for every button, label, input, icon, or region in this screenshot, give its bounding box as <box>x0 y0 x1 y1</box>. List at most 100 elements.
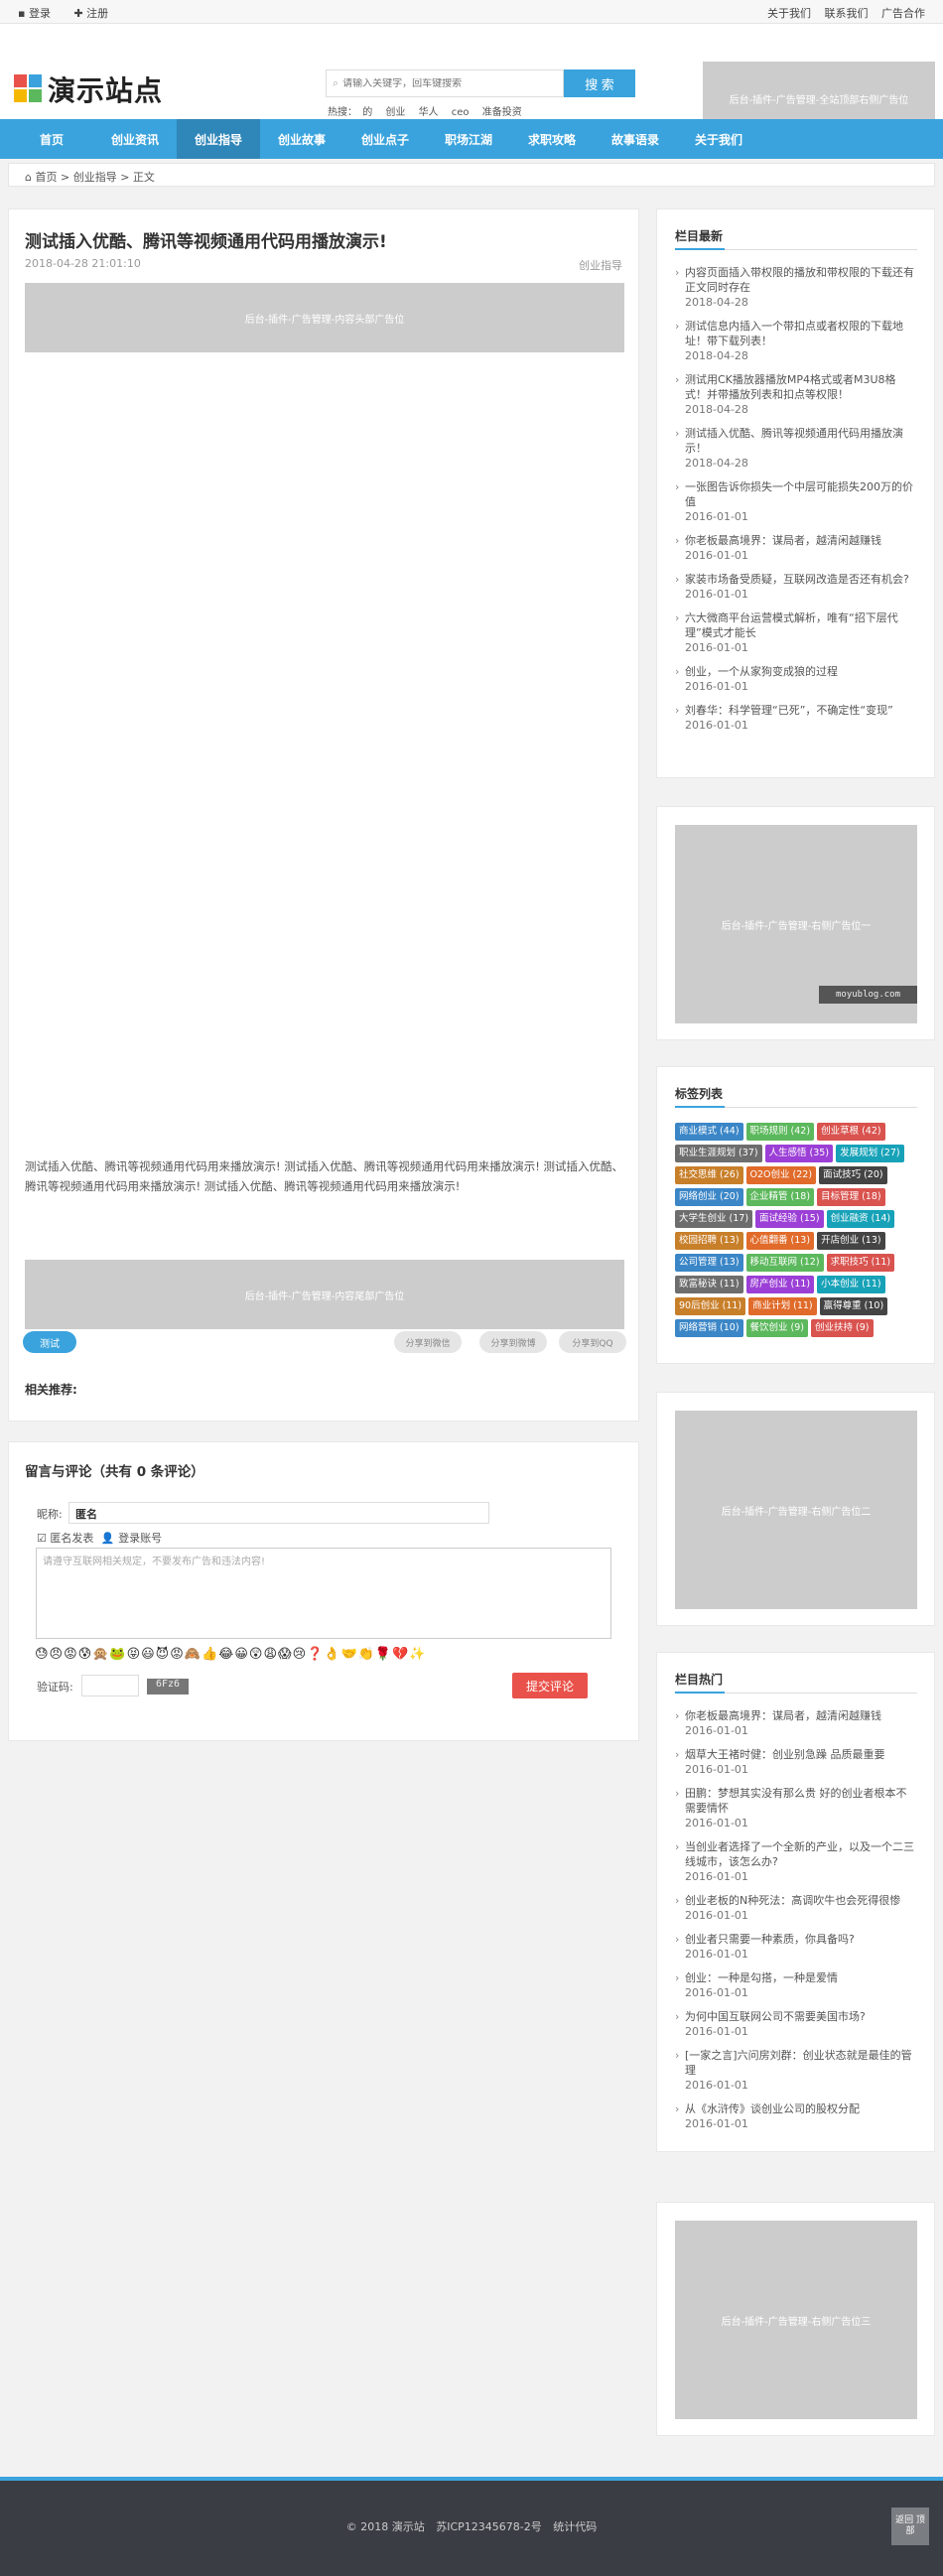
nav-item-quotes[interactable]: 故事语录 <box>594 119 677 159</box>
nav-item-news[interactable]: 创业资讯 <box>93 119 177 159</box>
list-item[interactable]: 烟草大王褚时健：创业别急躁 品质最重要2016-01-01 <box>675 1747 917 1777</box>
ad-cooperation-link[interactable]: 广告合作 <box>881 7 925 20</box>
tag-item[interactable]: 商业模式 (44) <box>675 1123 743 1141</box>
tag-item[interactable]: 公司管理 (13) <box>675 1254 743 1272</box>
icp-link[interactable]: 苏ICP12345678-2号 <box>436 2520 542 2533</box>
tag-item[interactable]: 大学生创业 (17) <box>675 1210 753 1228</box>
hot-term[interactable]: 创业 <box>385 107 405 118</box>
hot-term[interactable]: 准备投资 <box>482 107 522 118</box>
tag-item[interactable]: 目标管理 (18) <box>817 1188 885 1206</box>
tag-item[interactable]: 90后创业 (11) <box>675 1297 746 1315</box>
nav-item-home[interactable]: 首页 <box>10 119 93 159</box>
login-link[interactable]: ▪ 登录 <box>18 7 61 20</box>
tag-item[interactable]: 面试经验 (15) <box>755 1210 824 1228</box>
nav-item-jobs[interactable]: 求职攻略 <box>510 119 594 159</box>
tag-item[interactable]: 网络创业 (20) <box>675 1188 743 1206</box>
content-bottom-ad[interactable]: 后台-插件-广告管理-内容尾部广告位 <box>25 1260 624 1329</box>
tag-item[interactable]: 发展规划 (27) <box>836 1145 904 1162</box>
login-account-link[interactable]: 登录账号 <box>118 1532 162 1545</box>
register-link[interactable]: ✚ 注册 <box>73 7 118 20</box>
list-item[interactable]: 家装市场备受质疑，互联网改造是否还有机会?2016-01-01 <box>675 572 917 602</box>
sidebar-ad-2[interactable]: 后台-插件-广告管理-右侧广告位二 <box>675 1411 917 1609</box>
name-field[interactable]: 匿名 <box>68 1502 489 1524</box>
list-item[interactable]: 一张图告诉你损失一个中层可能损失200万的价值2016-01-01 <box>675 479 917 524</box>
tag-item[interactable]: 社交思维 (26) <box>675 1166 743 1184</box>
tag-item[interactable]: 求职技巧 (11) <box>826 1254 895 1272</box>
tag-item[interactable]: 创业草根 (42) <box>817 1123 885 1141</box>
sidebar-ad-3[interactable]: 后台-插件-广告管理-右侧广告位三 <box>675 2221 917 2419</box>
contact-link[interactable]: 联系我们 <box>825 7 869 20</box>
about-link[interactable]: 关于我们 <box>767 7 811 20</box>
tag-item[interactable]: 面试技巧 (20) <box>819 1166 887 1184</box>
article-category[interactable]: 创业指导 <box>579 257 622 273</box>
nav-item-ideas[interactable]: 创业点子 <box>343 119 427 159</box>
tags-widget: 标签列表 商业模式 (44) 职场规则 (42) 创业草根 (42) 职业生涯规划 (… <box>656 1066 935 1364</box>
captcha-label: 验证码: <box>37 1681 73 1694</box>
tag-item[interactable]: 校园招聘 (13) <box>675 1232 743 1250</box>
nav-item-workplace[interactable]: 职场江湖 <box>427 119 510 159</box>
list-item[interactable]: [一家之言]六问房刘群：创业状态就是最佳的管理2016-01-01 <box>675 2048 917 2093</box>
tag-item[interactable]: 心值翻番 (13) <box>745 1232 815 1250</box>
tag-item[interactable]: 赢得尊重 (10) <box>819 1297 888 1315</box>
content-top-ad[interactable]: 后台-插件-广告管理-内容头部广告位 <box>25 283 624 352</box>
main-nav: 首页 创业资讯 创业指导 创业故事 创业点子 职场江湖 求职攻略 故事语录 关于… <box>0 119 943 159</box>
submit-comment-button[interactable]: 提交评论 <box>512 1673 588 1698</box>
tag-item[interactable]: 致富秘诀 (11) <box>675 1276 743 1293</box>
nav-item-stories[interactable]: 创业故事 <box>260 119 343 159</box>
checkbox-icon[interactable]: ☑ <box>37 1532 47 1545</box>
list-item[interactable]: 测试用CK播放器播放MP4格式或者M3U8格式！并带播放列表和扣点等权限！201… <box>675 372 917 417</box>
search-button[interactable]: 搜 索 <box>564 69 635 97</box>
list-item[interactable]: 田鹏：梦想其实没有那么贵 好的创业者根本不需要情怀2016-01-01 <box>675 1786 917 1830</box>
list-item[interactable]: 你老板最高境界：谋局者，越清闲越赚钱2016-01-01 <box>675 533 917 563</box>
breadcrumb-section[interactable]: 创业指导 <box>73 171 117 184</box>
tag-item[interactable]: 创业融资 (14) <box>826 1210 895 1228</box>
article-tag[interactable]: 测试 <box>23 1331 76 1353</box>
list-item[interactable]: 测试插入优酷、腾讯等视频通用代码用播放演示！2018-04-28 <box>675 426 917 471</box>
hot-term[interactable]: ceo <box>452 107 470 118</box>
tag-item[interactable]: 职业生涯规划 (37) <box>675 1145 762 1162</box>
tag-item[interactable]: 人生感悟 (35) <box>764 1145 834 1162</box>
captcha-input[interactable] <box>81 1675 139 1696</box>
tag-item[interactable]: O2O创业 (22) <box>745 1166 817 1184</box>
nav-item-guide[interactable]: 创业指导 <box>177 119 260 159</box>
tag-item[interactable]: 小本创业 (11) <box>817 1276 885 1293</box>
tag-item[interactable]: 企业精管 (18) <box>745 1188 815 1206</box>
back-to-top-button[interactable]: 返回 顶部 <box>891 2508 929 2545</box>
list-item[interactable]: 创业，一个从家狗变成狼的过程2016-01-01 <box>675 664 917 694</box>
list-item[interactable]: 内容页面插入带权限的播放和带权限的下载还有正文同时存在2018-04-28 <box>675 265 917 310</box>
list-item[interactable]: 测试信息内插入一个带扣点或者权限的下载地址！带下载列表！2018-04-28 <box>675 319 917 363</box>
tag-item[interactable]: 网络营销 (10) <box>675 1319 743 1337</box>
anon-option[interactable]: ☑ 匿名发表 👤 登录账号 <box>37 1530 162 1546</box>
list-item[interactable]: 创业老板的N种死法：高调吹牛也会死得很惨2016-01-01 <box>675 1893 917 1923</box>
list-item[interactable]: 创业：一种是勾搭，一种是爱情2016-01-01 <box>675 1970 917 2000</box>
nav-item-about[interactable]: 关于我们 <box>677 119 760 159</box>
share-qq-button[interactable]: 分享到QQ <box>559 1331 626 1353</box>
tag-item[interactable]: 职场规则 (42) <box>745 1123 815 1141</box>
list-item[interactable]: 创业者只需要一种素质，你具备吗?2016-01-01 <box>675 1932 917 1962</box>
article-date: 2018-04-28 21:01:10 <box>25 257 141 270</box>
search-input[interactable] <box>342 77 552 89</box>
tag-item[interactable]: 移动互联网 (12) <box>745 1254 824 1272</box>
logo-icon <box>14 74 44 104</box>
list-item[interactable]: 你老板最高境界：谋局者，越清闲越赚钱2016-01-01 <box>675 1708 917 1738</box>
comment-textarea[interactable]: 请遵守互联网相关规定，不要发布广告和违法内容! <box>36 1548 611 1639</box>
list-item[interactable]: 为何中国互联网公司不需要美国市场?2016-01-01 <box>675 2009 917 2039</box>
list-item[interactable]: 刘春华：科学管理“已死”，不确定性“变现”2016-01-01 <box>675 703 917 733</box>
hot-term[interactable]: 华人 <box>419 107 439 118</box>
list-item[interactable]: 当创业者选择了一个全新的产业，以及一个二三线城市，该怎么办?2016-01-01 <box>675 1839 917 1884</box>
tag-item[interactable]: 房产创业 (11) <box>745 1276 815 1293</box>
comment-section: 留言与评论（共有 0 条评论） 昵称: 匿名 ☑ 匿名发表 👤 登录账号 请遵守… <box>8 1441 639 1741</box>
tag-item[interactable]: 商业计划 (11) <box>748 1297 817 1315</box>
hot-term[interactable]: 的 <box>362 107 372 118</box>
list-item[interactable]: 六大微商平台运营模式解析，唯有“招下层代理”模式才能长2016-01-01 <box>675 610 917 655</box>
share-wechat-button[interactable]: 分享到微信 <box>394 1331 462 1353</box>
share-weibo-button[interactable]: 分享到微博 <box>479 1331 547 1353</box>
list-item[interactable]: 从《水浒传》谈创业公司的股权分配2016-01-01 <box>675 2101 917 2131</box>
tag-item[interactable]: 餐饮创业 (9) <box>745 1319 809 1337</box>
site-logo[interactable]: 演示站点 <box>14 69 163 109</box>
tag-item[interactable]: 创业扶持 (9) <box>811 1319 874 1337</box>
emoji-picker[interactable]: 😓😠😡😰🙊🐸😝😃😈😡🙈👍😂😀😲😩😱😢❓👌🤝👏🌹💔✨ <box>35 1647 426 1662</box>
captcha-image[interactable]: 6Fz6 <box>147 1679 189 1695</box>
tag-item[interactable]: 开店创业 (13) <box>817 1232 885 1250</box>
breadcrumb-home[interactable]: 首页 <box>35 171 57 184</box>
